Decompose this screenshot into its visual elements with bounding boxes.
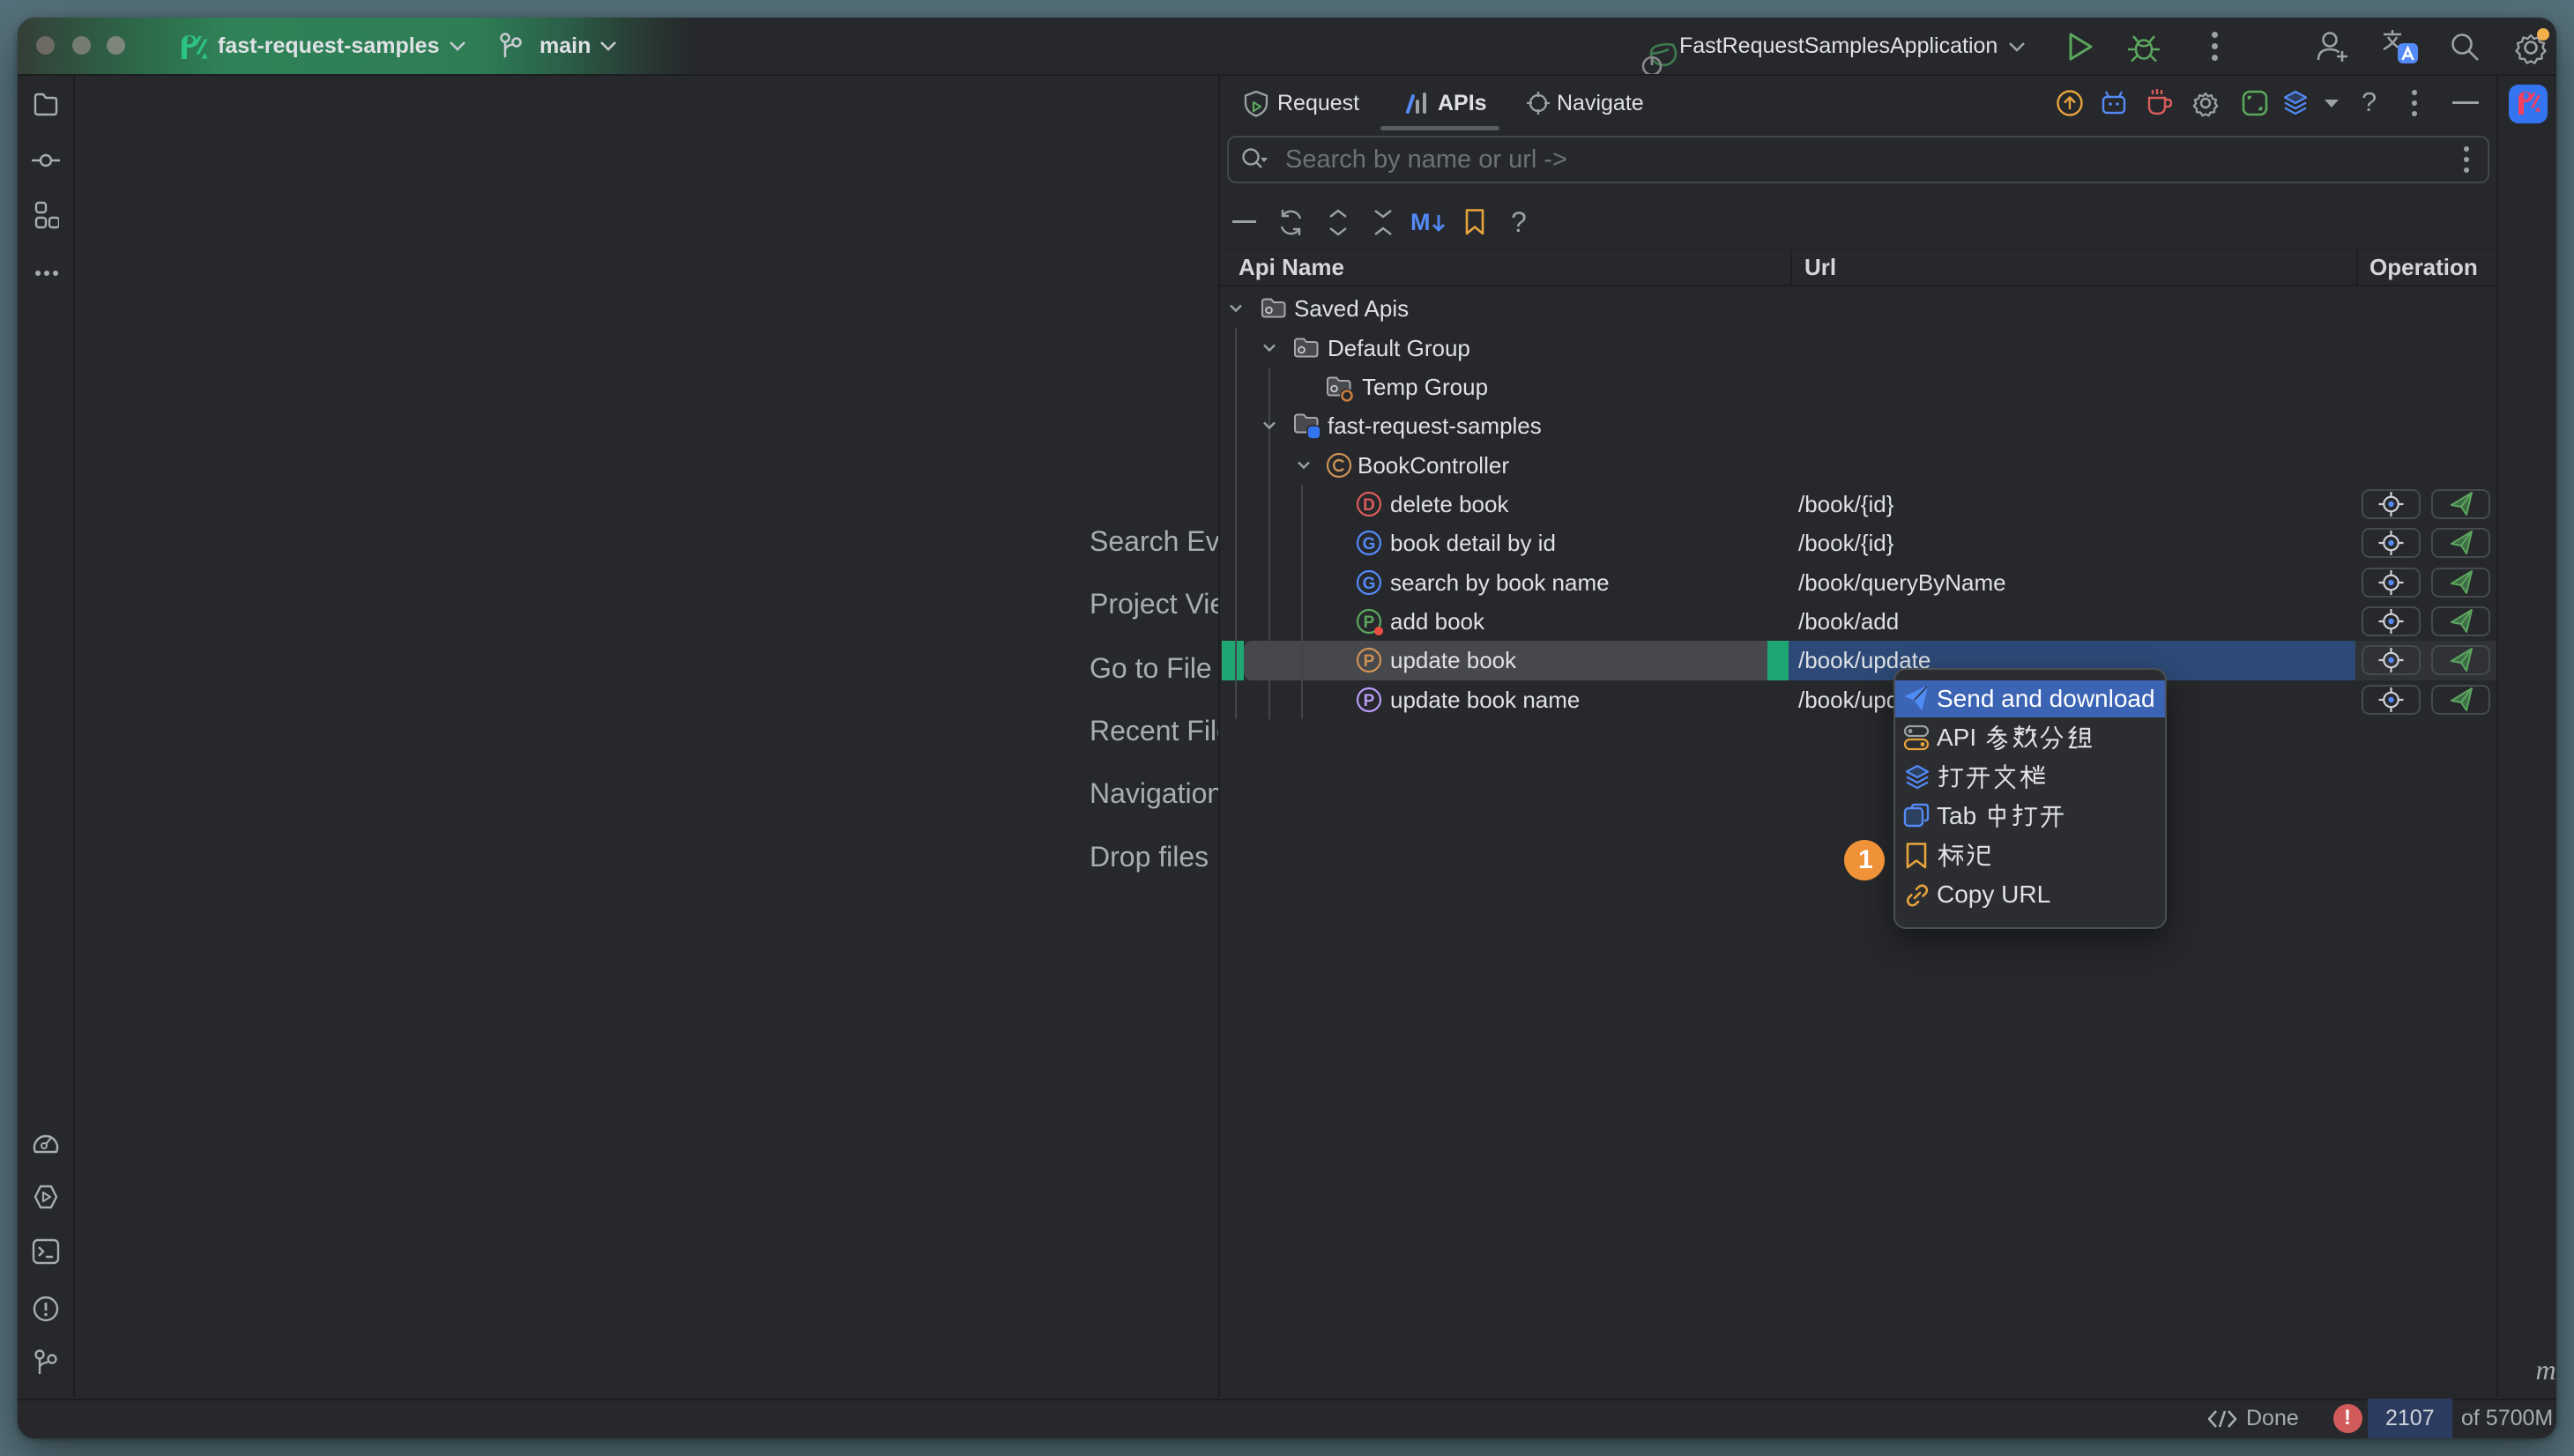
- svg-text:P: P: [1364, 652, 1375, 671]
- svg-text:D: D: [1363, 496, 1375, 515]
- svg-text:P: P: [1364, 692, 1375, 710]
- svg-text:G: G: [1363, 575, 1376, 593]
- svg-text:P: P: [1364, 613, 1375, 632]
- svg-text:G: G: [1363, 535, 1376, 553]
